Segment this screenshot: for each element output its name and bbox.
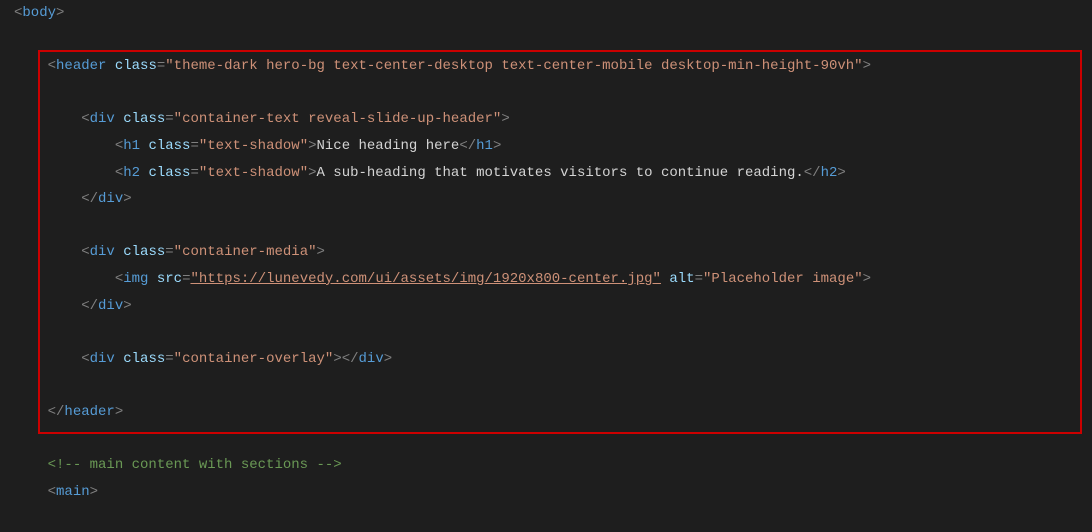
code-line: <img src="https://lunevedy.com/ui/assets…	[14, 266, 1078, 293]
code-line: <!-- main content with sections -->	[14, 452, 1078, 479]
code-line: </div>	[14, 293, 1078, 320]
code-line: <div class="container-overlay"></div>	[14, 346, 1078, 373]
code-line	[14, 80, 1078, 107]
code-line: <div class="container-media">	[14, 239, 1078, 266]
code-line: <header class="theme-dark hero-bg text-c…	[14, 53, 1078, 80]
code-line	[14, 27, 1078, 54]
code-line	[14, 213, 1078, 240]
code-line: <div class="container-text reveal-slide-…	[14, 106, 1078, 133]
code-line: <h2 class="text-shadow">A sub-heading th…	[14, 160, 1078, 187]
code-line: <h1 class="text-shadow">Nice heading her…	[14, 133, 1078, 160]
code-line	[14, 505, 1078, 532]
code-line	[14, 426, 1078, 453]
code-line	[14, 319, 1078, 346]
code-line: </header>	[14, 399, 1078, 426]
code-line: </div>	[14, 186, 1078, 213]
code-line: <main>	[14, 479, 1078, 506]
code-line	[14, 372, 1078, 399]
code-line: <body>	[14, 0, 1078, 27]
code-editor[interactable]: <body> <header class="theme-dark hero-bg…	[0, 0, 1092, 532]
